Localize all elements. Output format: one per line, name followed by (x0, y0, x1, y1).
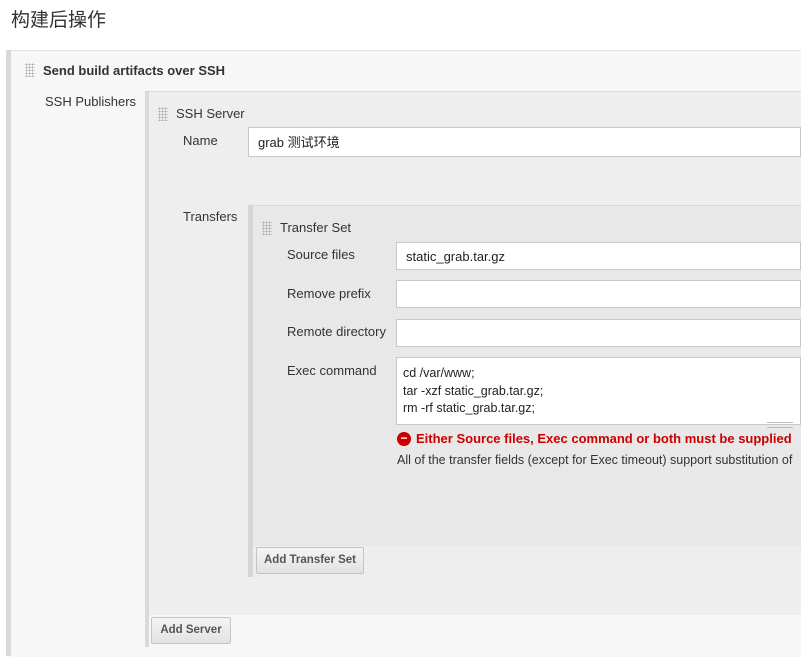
transfer-set-title: Transfer Set (280, 220, 352, 235)
section-title: 构建后操作 (11, 9, 107, 31)
error-icon: − (397, 432, 411, 446)
drag-handle-icon[interactable] (262, 221, 272, 235)
name-label: Name (183, 133, 218, 148)
remove-prefix-input[interactable] (396, 280, 801, 308)
remote-directory-input[interactable] (396, 319, 801, 347)
validation-error-message: Either Source files, Exec command or bot… (416, 431, 792, 446)
exec-command-line: tar -xzf static_grab.tar.gz; (403, 383, 544, 398)
exec-command-label: Exec command (287, 363, 377, 378)
source-files-label: Source files (287, 247, 355, 262)
substitution-help-text: All of the transfer fields (except for E… (397, 453, 793, 467)
publisher-title: Send build artifacts over SSH (43, 63, 226, 78)
ssh-publishers-label: SSH Publishers (45, 94, 137, 109)
exec-command-line: cd /var/www; (403, 366, 475, 380)
exec-command-textarea[interactable]: cd /var/www; tar -xzf static_grab.tar.gz… (396, 357, 801, 425)
exec-command-line: rm -rf static_grab.tar.gz; (403, 401, 535, 415)
drag-handle-icon[interactable] (158, 107, 168, 121)
remove-prefix-label: Remove prefix (287, 286, 371, 301)
transfers-label: Transfers (183, 209, 238, 224)
server-name-input[interactable]: grab 测试环境 (248, 127, 801, 157)
add-transfer-set-button[interactable]: Add Transfer Set (256, 547, 364, 574)
add-server-button[interactable]: Add Server (151, 617, 231, 644)
drag-handle-icon[interactable] (25, 63, 35, 77)
ssh-server-title: SSH Server (176, 106, 245, 121)
remote-directory-label: Remote directory (287, 324, 386, 339)
source-files-input[interactable]: static_grab.tar.gz (396, 242, 801, 270)
textarea-resize-grip-icon[interactable] (767, 422, 793, 428)
